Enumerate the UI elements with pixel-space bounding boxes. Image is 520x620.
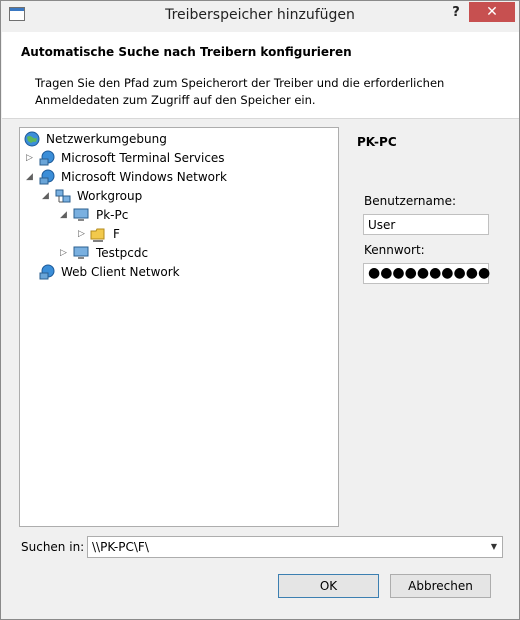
network-tree[interactable]: Netzwerkumgebung ▷ Microsoft Terminal Se… (19, 127, 339, 527)
tree-item-label: Microsoft Terminal Services (61, 151, 225, 165)
network-globe-icon (39, 264, 55, 280)
collapse-arrow-icon[interactable]: ◢ (42, 191, 52, 201)
expand-arrow-icon[interactable]: ▷ (26, 153, 36, 163)
help-button[interactable]: ? (445, 3, 467, 23)
ok-button[interactable]: OK (278, 574, 379, 598)
network-globe-icon (39, 169, 55, 185)
network-globe-icon (39, 150, 55, 166)
computer-icon (73, 208, 89, 221)
tree-item-label: Pk-Pc (96, 208, 129, 222)
username-field[interactable]: User (363, 214, 489, 235)
workgroup-icon (55, 189, 71, 203)
window-title: Treiberspeicher hinzufügen (165, 7, 355, 23)
computer-icon (73, 246, 89, 259)
tree-item-label: Web Client Network (61, 265, 180, 279)
title-bar: Treiberspeicher hinzufügen ? ✕ (1, 1, 519, 31)
header-panel: Automatische Suche nach Treibern konfigu… (2, 32, 519, 119)
tree-item-label: Netzwerkumgebung (46, 132, 167, 146)
expand-arrow-icon[interactable]: ▷ (78, 229, 88, 239)
tree-item-label: Workgroup (77, 189, 143, 203)
collapse-arrow-icon[interactable]: ◢ (60, 210, 70, 220)
dialog-window: Treiberspeicher hinzufügen ? ✕ Automatis… (0, 0, 520, 620)
close-button[interactable]: ✕ (469, 2, 515, 22)
expand-arrow-icon[interactable]: ▷ (60, 248, 70, 258)
search-path-value: \\PK-PC\F\ (92, 540, 149, 554)
search-path-combobox[interactable]: \\PK-PC\F\ ▼ (87, 536, 503, 558)
network-globe-icon (24, 131, 40, 147)
dropdown-arrow-icon[interactable]: ▼ (486, 537, 502, 557)
selected-computer-title: PK-PC (357, 135, 397, 149)
header-title: Automatische Suche nach Treibern konfigu… (21, 45, 352, 59)
tree-item-label: Microsoft Windows Network (61, 170, 227, 184)
tree-item-label: F (113, 227, 120, 241)
collapse-arrow-icon[interactable]: ◢ (26, 172, 36, 182)
password-label: Kennwort: (364, 243, 425, 257)
search-in-label: Suchen in: (21, 540, 85, 554)
cancel-button[interactable]: Abbrechen (390, 574, 491, 598)
tree-item-label: Testpcdc (96, 246, 149, 260)
header-description: Tragen Sie den Pfad zum Speicherort der … (35, 76, 445, 107)
shared-folder-icon (90, 228, 105, 242)
password-field[interactable]: ●●●●●●●●●● (363, 263, 490, 284)
username-label: Benutzername: (364, 194, 457, 208)
